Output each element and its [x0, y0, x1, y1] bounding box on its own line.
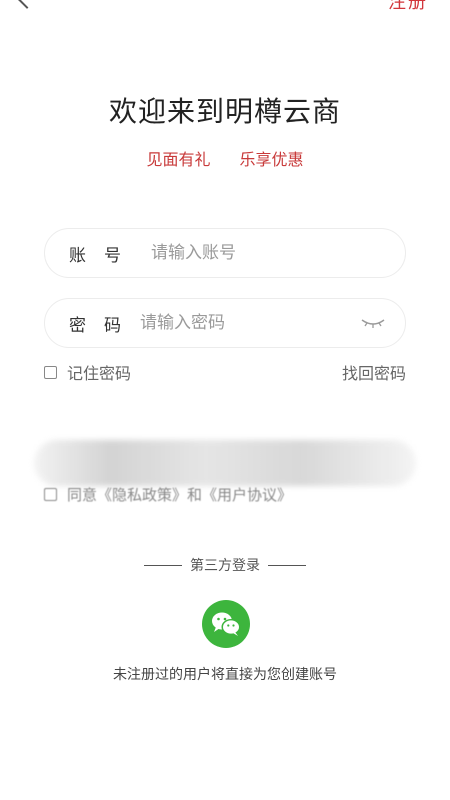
tagline-discount: 乐享优惠 — [239, 150, 304, 169]
account-input[interactable] — [151, 243, 405, 263]
wechat-login-button[interactable] — [202, 600, 250, 648]
agreement-checkbox[interactable] — [44, 488, 57, 501]
password-label: 密码 — [69, 315, 139, 336]
welcome-tagline: 见面有礼 乐享优惠 — [0, 146, 450, 170]
account-label: 账号 — [69, 245, 139, 266]
remember-checkbox[interactable] — [44, 365, 57, 379]
tagline-gift: 见面有礼 — [146, 150, 211, 169]
register-link[interactable]: 注册 — [388, 0, 428, 14]
welcome-title: 欢迎来到明樽云商 — [108, 95, 341, 128]
remember-label: 记住密码 — [67, 364, 132, 383]
eye-closed-icon[interactable] — [359, 316, 387, 330]
third-party-login-divider: 第三方登录 — [0, 555, 450, 575]
forgot-password-link[interactable]: 找回密码 — [342, 360, 406, 384]
password-input[interactable] — [140, 313, 359, 333]
login-page: 注册 欢迎来到明樽云商 见面有礼 乐享优惠 账号 密码 记住密码 找回密码 同意… — [0, 0, 450, 800]
wechat-icon — [212, 612, 241, 636]
login-button[interactable] — [34, 440, 416, 486]
remember-password[interactable]: 记住密码 — [44, 360, 131, 384]
account-field[interactable]: 账号 — [44, 228, 406, 278]
back-arrow-icon[interactable] — [17, 0, 37, 9]
agreement-text: 同意《隐私政策》和《用户协议》 — [67, 486, 293, 504]
password-field[interactable]: 密码 — [44, 298, 406, 348]
auto-register-note: 未注册过的用户将直接为您创建账号 — [113, 667, 337, 683]
third-party-heading: 第三方登录 — [190, 558, 260, 574]
agreement[interactable]: 同意《隐私政策》和《用户协议》 — [44, 484, 292, 505]
divider-line-right — [268, 564, 306, 566]
divider-line-left — [144, 564, 182, 566]
